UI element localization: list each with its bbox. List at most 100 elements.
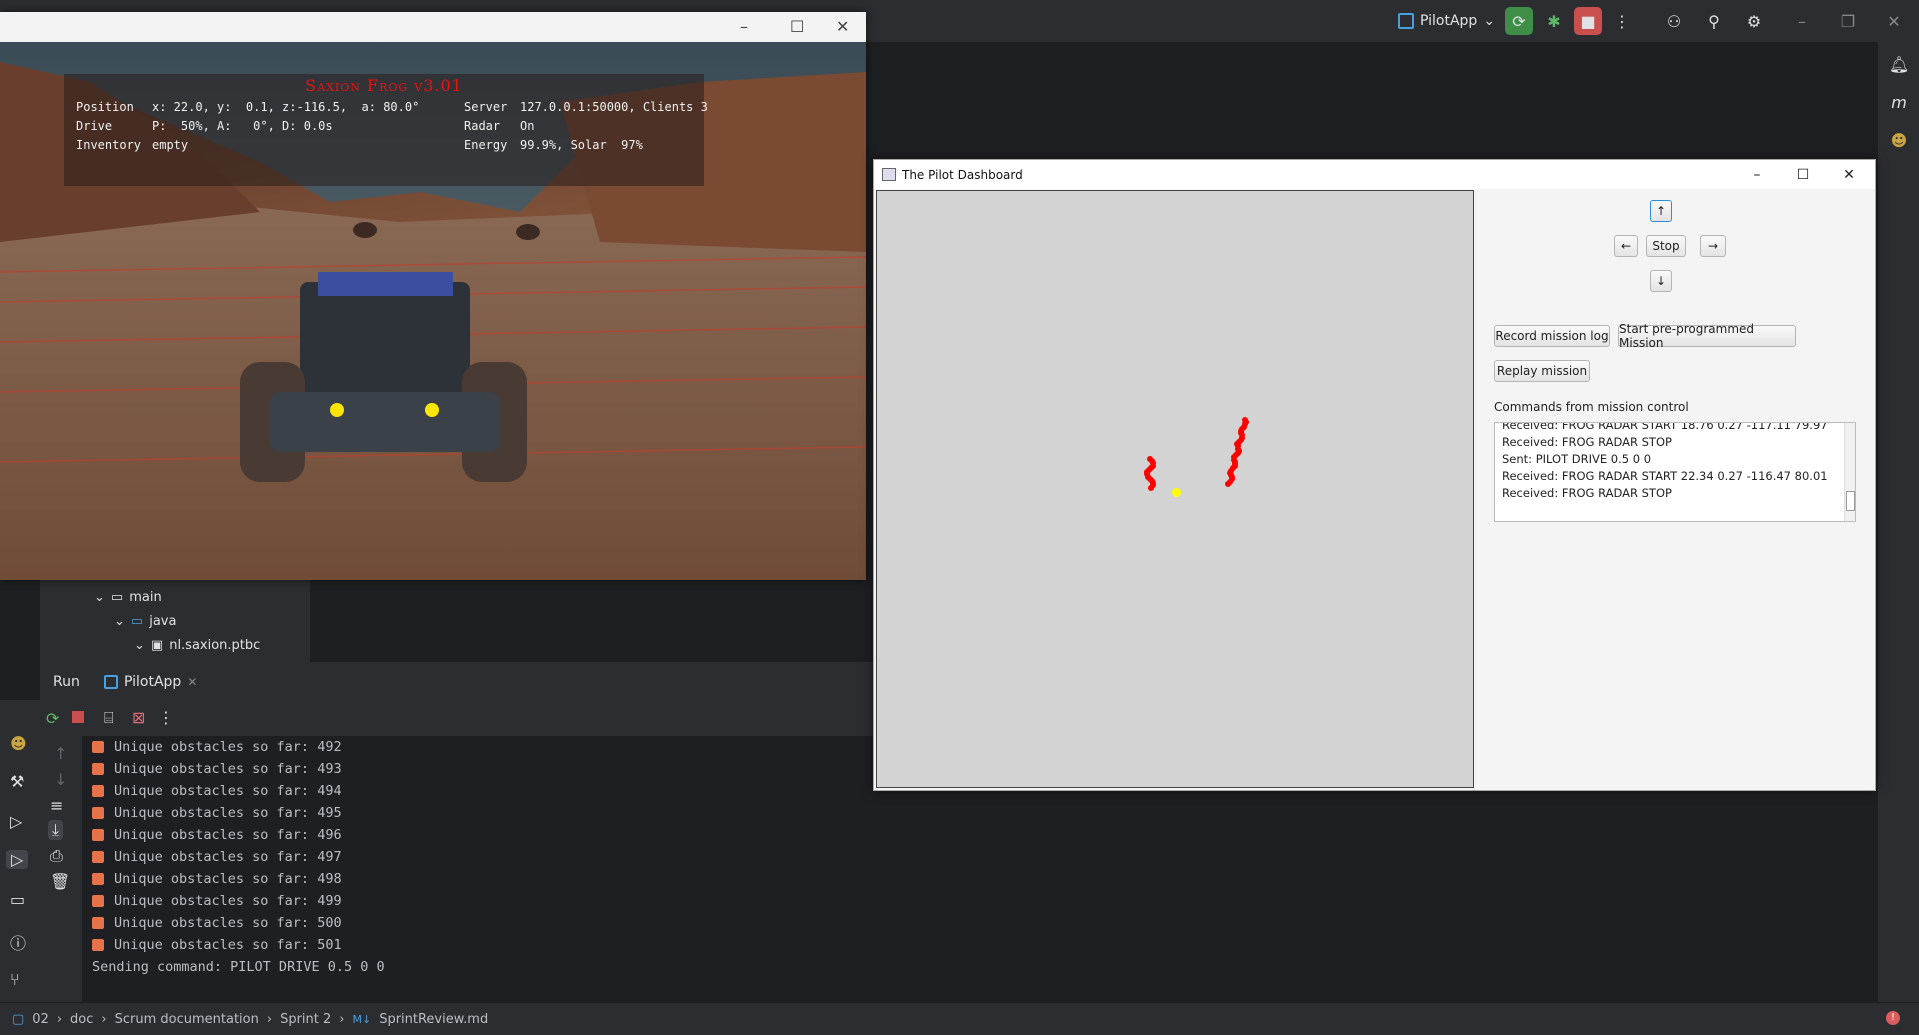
restore-icon[interactable]: ❐	[1834, 7, 1862, 35]
log-icon	[92, 807, 104, 819]
scrollbar[interactable]	[1844, 423, 1855, 521]
run-config-label: PilotApp	[1420, 13, 1478, 29]
command-log[interactable]: Received: FROG RADAR START 18.76 0.27 -1…	[1494, 422, 1856, 522]
replay-mission-button[interactable]: Replay mission	[1494, 360, 1590, 382]
folder-icon: ▭	[130, 614, 144, 629]
dashboard-titlebar: The Pilot Dashboard – ☐ ✕	[874, 160, 1875, 189]
status-bar: ▢ 02 › doc › Scrum documentation › Sprint 2…	[0, 1002, 1919, 1035]
plugin-icon[interactable]: ☻	[10, 734, 27, 753]
hud-energy-value: 99.9%, Solar 97%	[520, 138, 643, 152]
more-options-icon[interactable]: ⋮	[158, 708, 174, 727]
arrow-down-icon[interactable]: ↓	[54, 770, 67, 789]
tab-pilotapp[interactable]: PilotApp ✕	[104, 662, 208, 704]
log-icon	[92, 939, 104, 951]
left-tool-strip: ☻ ⚒ ▷ ▷ ▭ ⓘ ⑂	[0, 700, 40, 1002]
log-icon	[92, 851, 104, 863]
notifications-icon[interactable]: 🔔︎	[1885, 50, 1913, 78]
maximize-icon[interactable]: ☐	[790, 17, 804, 36]
log-icon	[92, 785, 104, 797]
terminal-icon[interactable]: ▭	[10, 890, 25, 909]
obstacle-dot	[1147, 484, 1154, 491]
record-mission-log-button[interactable]: Record mission log	[1494, 325, 1610, 347]
window-title: The Pilot Dashboard	[902, 168, 1023, 182]
close-icon[interactable]: ✕	[187, 675, 197, 689]
console-line: Unique obstacles so far: 500	[82, 912, 1876, 934]
close-icon[interactable]: ✕	[1826, 160, 1872, 189]
console-line: Sending command: PILOT DRIVE 0.5 0 0	[92, 959, 385, 975]
hud-server-value: 127.0.0.1:50000, Clients 3	[520, 100, 708, 114]
run-configuration-selector[interactable]: PilotApp ⌄	[1398, 9, 1495, 33]
trash-icon[interactable]: 🗑︎	[50, 872, 70, 891]
minimize-icon[interactable]: –	[1788, 7, 1816, 35]
pilot-dashboard-window: The Pilot Dashboard – ☐ ✕ ↑ ← Stop → ↓ R…	[873, 159, 1876, 791]
debug-icon[interactable]: ✱	[1540, 7, 1568, 35]
markdown-icon[interactable]: m	[1885, 88, 1913, 116]
stop-button[interactable]: Stop	[1646, 235, 1686, 257]
minimize-icon[interactable]: –	[1734, 160, 1780, 189]
more-options-icon[interactable]: ⋮	[1608, 7, 1636, 35]
run-icon[interactable]: ▷	[6, 850, 29, 869]
services-icon[interactable]: ▷	[10, 812, 22, 831]
log-line: Received: FROG RADAR STOP	[1502, 486, 1672, 500]
console-line: Unique obstacles so far: 501	[82, 934, 1876, 956]
start-preprogrammed-mission-button[interactable]: Start pre-programmed Mission	[1618, 322, 1796, 350]
close-icon[interactable]: ✕	[1880, 7, 1908, 35]
game-titlebar: – ☐ ✕	[0, 12, 866, 42]
breadcrumb-item[interactable]: Scrum documentation	[115, 1012, 259, 1027]
run-tab[interactable]: Run	[53, 674, 80, 690]
problems-icon[interactable]: ⓘ	[10, 930, 26, 954]
right-tool-strip: 🔔︎ m ☻	[1877, 42, 1919, 1002]
forward-button[interactable]: ↑	[1650, 200, 1672, 222]
maximize-icon[interactable]: ☐	[1780, 160, 1826, 189]
breadcrumb-item[interactable]: 02	[32, 1012, 49, 1027]
package-icon: ▣	[150, 638, 164, 653]
stop-button[interactable]: ■	[1574, 7, 1602, 35]
tree-item-package[interactable]: ⌄ ▣ nl.saxion.ptbc	[134, 638, 260, 653]
close-icon[interactable]: ✕	[836, 17, 849, 36]
log-line: Received: FROG RADAR START 18.76 0.27 -1…	[1502, 422, 1828, 432]
plugin-icon[interactable]: ☻	[1885, 126, 1913, 154]
minimize-icon[interactable]: –	[740, 17, 748, 36]
git-icon[interactable]: ⑂	[10, 970, 20, 989]
tree-item-java[interactable]: ⌄ ▭ java	[114, 614, 176, 629]
gear-icon[interactable]: ⚙	[1740, 7, 1768, 35]
log-line: Received: FROG RADAR START 22.34 0.27 -1…	[1502, 469, 1828, 483]
hud-label: Energy	[464, 138, 508, 152]
rerun-button[interactable]: ⟳	[1505, 7, 1533, 35]
build-icon[interactable]: ⚒	[10, 772, 24, 791]
markdown-file-icon: M↓	[352, 1012, 372, 1026]
print-icon[interactable]: ⎙	[50, 846, 63, 866]
stop-icon[interactable]	[72, 711, 84, 723]
console-line: Unique obstacles so far: 496	[82, 824, 1876, 846]
tree-item-main[interactable]: ⌄ ▭ main	[94, 590, 162, 605]
log-icon	[92, 741, 104, 753]
breadcrumb-item[interactable]: Sprint 2	[280, 1012, 331, 1027]
app-icon	[104, 675, 118, 689]
arrow-up-icon[interactable]: ↑	[54, 744, 67, 763]
left-button[interactable]: ←	[1614, 235, 1638, 257]
add-user-icon[interactable]: ⚇	[1660, 7, 1688, 35]
error-indicator-icon[interactable]: !	[1886, 1011, 1900, 1025]
log-line: Sent: PILOT DRIVE 0.5 0 0	[1502, 452, 1652, 466]
app-icon	[882, 168, 896, 181]
rerun-icon[interactable]: ⟳	[46, 709, 59, 728]
breadcrumb-item[interactable]: doc	[70, 1012, 93, 1027]
app-icon	[1398, 13, 1414, 29]
search-icon[interactable]: ⚲	[1700, 7, 1728, 35]
backward-button[interactable]: ↓	[1650, 270, 1672, 292]
game-viewport[interactable]: Saxion Frog v3.01 Position x: 22.0, y: 0…	[0, 42, 866, 580]
console-line: Unique obstacles so far: 499	[82, 890, 1876, 912]
soft-wrap-icon[interactable]: ≡	[50, 796, 63, 815]
camera-icon[interactable]: ⌸	[104, 708, 114, 728]
chevron-down-icon: ⌄	[114, 614, 125, 629]
scroll-to-end-icon[interactable]: ⤓	[48, 820, 64, 840]
scrollbar-thumb[interactable]	[1846, 491, 1855, 511]
breadcrumb-item[interactable]: SprintReview.md	[379, 1012, 488, 1027]
console-line: Unique obstacles so far: 498	[82, 868, 1876, 890]
exit-icon[interactable]: ⊠	[132, 708, 145, 727]
radar-map[interactable]	[876, 190, 1474, 788]
chevron-down-icon: ⌄	[1483, 13, 1496, 29]
hud-position-value: x: 22.0, y: 0.1, z:-116.5, a: 80.0°	[152, 100, 420, 114]
project-tree: ⌄ ▭ main ⌄ ▭ java ⌄ ▣ nl.saxion.ptbc	[40, 580, 310, 662]
right-button[interactable]: →	[1700, 235, 1726, 257]
